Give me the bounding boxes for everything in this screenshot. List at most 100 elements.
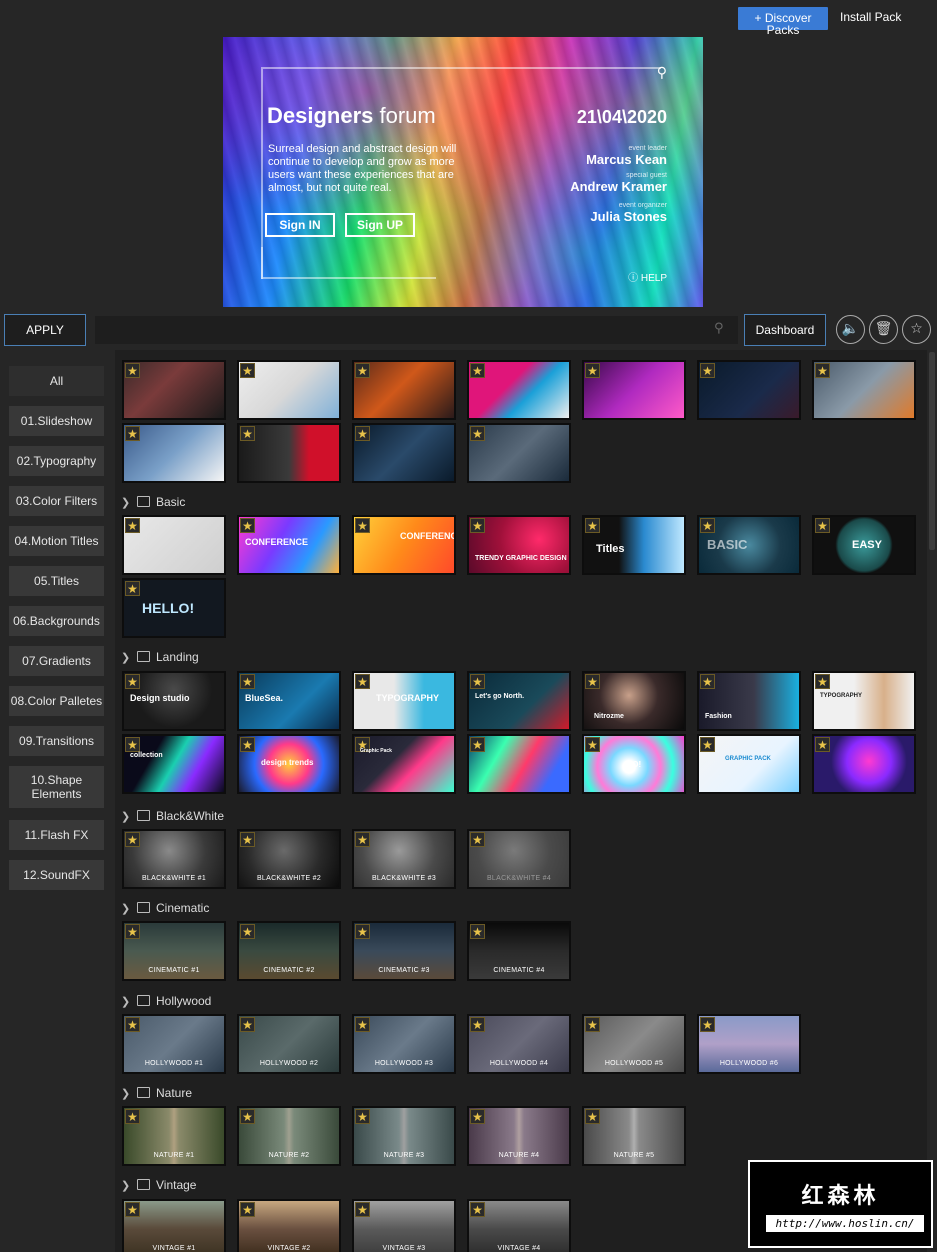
favorite-star-icon[interactable]: ★	[470, 1017, 485, 1032]
template-thumb[interactable]: ★ Let's go North.	[467, 671, 571, 731]
template-thumb[interactable]: ★ Nitrozme	[582, 671, 686, 731]
favorite-star-icon[interactable]: ★	[240, 518, 255, 533]
favorite-star-icon[interactable]: ★	[470, 674, 485, 689]
template-thumb[interactable]: ★	[352, 360, 456, 420]
favorite-star-icon[interactable]: ★	[470, 363, 485, 378]
favorite-star-icon[interactable]: ★	[470, 518, 485, 533]
category-color-palletes[interactable]: 08.Color Palletes	[9, 686, 104, 716]
install-pack-button[interactable]: Install Pack	[840, 10, 901, 24]
template-thumb[interactable]: ★	[122, 423, 226, 483]
category-transitions[interactable]: 09.Transitions	[9, 726, 104, 756]
favorite-star-icon[interactable]: ★	[355, 1109, 370, 1124]
favorite-star-icon[interactable]: ★	[125, 832, 140, 847]
favorite-star-icon[interactable]: ★	[240, 1109, 255, 1124]
folder-hollywood[interactable]: ❯ Hollywood	[121, 994, 211, 1010]
template-thumb[interactable]: ★ TRENDY GRAPHIC DESIGN	[467, 515, 571, 575]
template-thumb[interactable]: ★	[467, 423, 571, 483]
folder-nature[interactable]: ❯ Nature	[121, 1086, 192, 1102]
trash-icon[interactable]: 🗑	[869, 315, 898, 344]
favorite-star-icon[interactable]: ★	[470, 1202, 485, 1217]
favorite-star-icon[interactable]: ★	[125, 737, 140, 752]
template-thumb[interactable]: ★ NATURE #2	[237, 1106, 341, 1166]
template-thumb[interactable]: ★CONFERENCE	[352, 515, 456, 575]
category-slideshow[interactable]: 01.Slideshow	[9, 406, 104, 436]
template-thumb[interactable]: ★ Graphic Pack	[352, 734, 456, 794]
favorite-star-icon[interactable]: ★	[240, 737, 255, 752]
favorite-star-icon[interactable]: ★	[585, 518, 600, 533]
favorite-star-icon[interactable]: ☆	[902, 315, 931, 344]
template-thumb[interactable]: ★ BLACK&WHITE #2	[237, 829, 341, 889]
template-thumb[interactable]: ★ HOLLYWOOD #6	[697, 1014, 801, 1074]
favorite-star-icon[interactable]: ★	[125, 426, 140, 441]
template-thumb[interactable]: ★ GO!	[582, 734, 686, 794]
template-thumb[interactable]: ★ HOLLYWOOD #5	[582, 1014, 686, 1074]
favorite-star-icon[interactable]: ★	[355, 426, 370, 441]
template-thumb[interactable]: ★ TYPOGRAPHY	[352, 671, 456, 731]
template-thumb[interactable]: ★ CINEMATIC #4	[467, 921, 571, 981]
template-thumb[interactable]: ★ HELLO!	[122, 578, 226, 638]
favorite-star-icon[interactable]: ★	[355, 1017, 370, 1032]
template-thumb[interactable]: ★ BASIC	[697, 515, 801, 575]
favorite-star-icon[interactable]: ★	[355, 674, 370, 689]
favorite-star-icon[interactable]: ★	[585, 737, 600, 752]
favorite-star-icon[interactable]: ★	[355, 924, 370, 939]
favorite-star-icon[interactable]: ★	[700, 737, 715, 752]
favorite-star-icon[interactable]: ★	[815, 674, 830, 689]
template-thumb[interactable]: ★ Fashion	[697, 671, 801, 731]
template-thumb[interactable]: ★ HOLLYWOOD #1	[122, 1014, 226, 1074]
apply-button[interactable]: APPLY	[4, 314, 86, 346]
favorite-star-icon[interactable]: ★	[585, 1109, 600, 1124]
template-thumb[interactable]: ★	[237, 360, 341, 420]
template-thumb[interactable]: ★ GRAPHIC PACK	[697, 734, 801, 794]
search-input[interactable]	[95, 316, 738, 344]
favorite-star-icon[interactable]: ★	[125, 518, 140, 533]
folder-landing[interactable]: ❯ Landing	[121, 650, 199, 666]
favorite-star-icon[interactable]: ★	[700, 518, 715, 533]
folder-black-white[interactable]: ❯ Black&White	[121, 809, 224, 825]
template-thumb[interactable]: ★	[812, 734, 916, 794]
template-thumb[interactable]: ★ TYPOGRAPHY	[812, 671, 916, 731]
folder-vintage[interactable]: ❯ Vintage	[121, 1178, 196, 1194]
sound-icon[interactable]: 🔈	[836, 315, 865, 344]
favorite-star-icon[interactable]: ★	[585, 363, 600, 378]
favorite-star-icon[interactable]: ★	[470, 737, 485, 752]
favorite-star-icon[interactable]: ★	[125, 1202, 140, 1217]
template-thumb[interactable]: ★ VINTAGE #2	[237, 1199, 341, 1252]
template-thumb[interactable]: ★	[697, 360, 801, 420]
template-thumb[interactable]: ★ HOLLYWOOD #4	[467, 1014, 571, 1074]
favorite-star-icon[interactable]: ★	[815, 363, 830, 378]
category-titles[interactable]: 05.Titles	[9, 566, 104, 596]
category-backgrounds[interactable]: 06.Backgrounds	[9, 606, 104, 636]
favorite-star-icon[interactable]: ★	[240, 924, 255, 939]
favorite-star-icon[interactable]: ★	[470, 832, 485, 847]
favorite-star-icon[interactable]: ★	[355, 832, 370, 847]
favorite-star-icon[interactable]: ★	[585, 1017, 600, 1032]
template-thumb[interactable]: ★ CINEMATIC #2	[237, 921, 341, 981]
template-thumb[interactable]: ★	[467, 360, 571, 420]
category-all[interactable]: All	[9, 366, 104, 396]
template-thumb[interactable]: ★ BlueSea.	[237, 671, 341, 731]
template-thumb[interactable]: ★ VINTAGE #1	[122, 1199, 226, 1252]
template-thumb[interactable]: ★ BLACK&WHITE #3	[352, 829, 456, 889]
template-thumb[interactable]: ★ NATURE #4	[467, 1106, 571, 1166]
favorite-star-icon[interactable]: ★	[240, 832, 255, 847]
category-shape-elements[interactable]: 10.Shape Elements	[9, 766, 104, 808]
favorite-star-icon[interactable]: ★	[470, 426, 485, 441]
favorite-star-icon[interactable]: ★	[240, 1202, 255, 1217]
favorite-star-icon[interactable]: ★	[700, 363, 715, 378]
template-thumb[interactable]: ★ design trends	[237, 734, 341, 794]
favorite-star-icon[interactable]: ★	[470, 1109, 485, 1124]
template-thumb[interactable]: ★ Titles	[582, 515, 686, 575]
favorite-star-icon[interactable]: ★	[125, 363, 140, 378]
template-thumb[interactable]: ★ HOLLYWOOD #2	[237, 1014, 341, 1074]
template-thumb[interactable]: ★	[582, 360, 686, 420]
template-thumb[interactable]: ★ collection	[122, 734, 226, 794]
template-thumb[interactable]: ★	[122, 515, 226, 575]
template-thumb[interactable]: ★ NATURE #5	[582, 1106, 686, 1166]
template-thumb[interactable]: ★ VINTAGE #3	[352, 1199, 456, 1252]
favorite-star-icon[interactable]: ★	[355, 518, 370, 533]
template-thumb[interactable]: ★ BLACK&WHITE #1	[122, 829, 226, 889]
category-motion-titles[interactable]: 04.Motion Titles	[9, 526, 104, 556]
favorite-star-icon[interactable]: ★	[355, 1202, 370, 1217]
favorite-star-icon[interactable]: ★	[240, 363, 255, 378]
